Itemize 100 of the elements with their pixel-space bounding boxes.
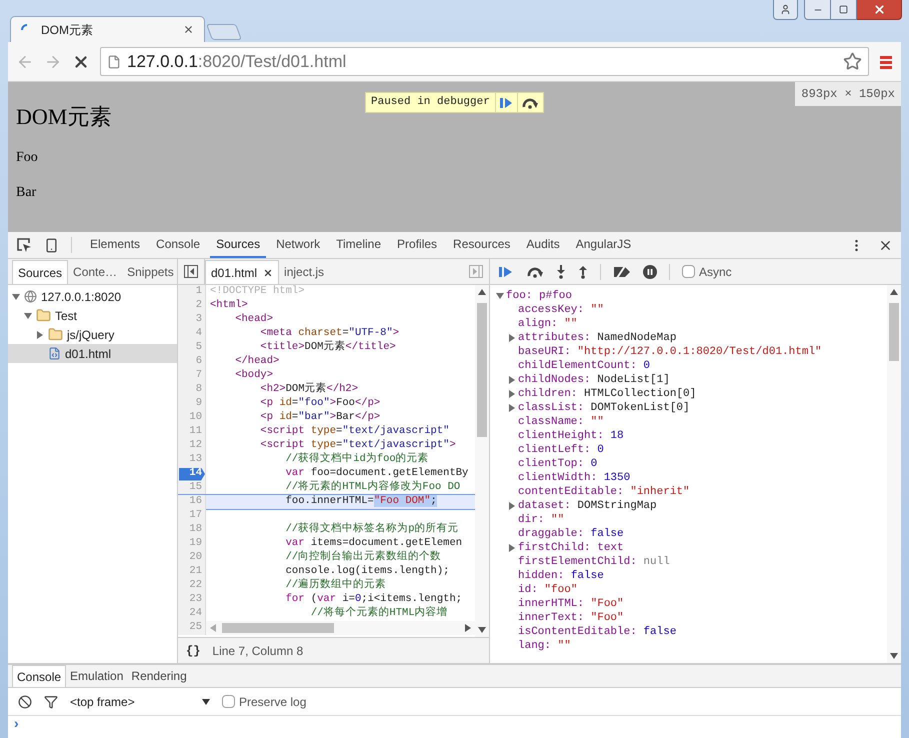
tree-item[interactable]: Test bbox=[8, 306, 177, 325]
code-line: <script type="text/javascript" bbox=[259, 424, 450, 439]
scroll-up-arrow-icon[interactable] bbox=[890, 289, 898, 295]
code-line: //将每个元素的HTML内容增 bbox=[310, 606, 448, 622]
navigator-tab[interactable]: Snippets bbox=[122, 260, 179, 284]
line-number[interactable]: 14 bbox=[179, 468, 205, 480]
close-icon[interactable] bbox=[263, 268, 274, 278]
inspect-icon[interactable] bbox=[16, 237, 32, 253]
down-triangle-icon[interactable] bbox=[24, 312, 32, 320]
property-text: isContentEditable: false bbox=[518, 624, 676, 640]
address-bar[interactable]: 127.0.0.1:8020/Test/d01.html bbox=[100, 47, 869, 76]
property-text: accessKey: "" bbox=[518, 302, 604, 318]
size-badge: 893px × 150px bbox=[795, 82, 901, 106]
property-text: dataset: DOMStringMap bbox=[518, 498, 657, 514]
filter-icon[interactable] bbox=[44, 694, 58, 708]
right-triangle-icon[interactable] bbox=[508, 390, 516, 398]
scroll-down-arrow-icon[interactable] bbox=[890, 653, 898, 659]
user-icon bbox=[780, 4, 791, 15]
page-paragraph: Bar bbox=[16, 184, 36, 202]
pause-on-exceptions-icon[interactable] bbox=[643, 264, 657, 278]
property-text: firstChild: text bbox=[518, 540, 624, 556]
navigator-tab[interactable]: Conte… bbox=[68, 260, 122, 284]
step-over-icon bbox=[521, 96, 540, 108]
scroll-down-arrow-icon[interactable] bbox=[478, 627, 486, 633]
code-line: //获得文档中id为foo的元素 bbox=[284, 452, 429, 467]
device-icon[interactable] bbox=[44, 238, 59, 252]
code-line: console.log(items.length); bbox=[284, 564, 450, 578]
code-line: <p id="foo">Foo</p> bbox=[259, 396, 380, 411]
step-out-icon[interactable] bbox=[578, 264, 588, 278]
devtools-tab[interactable]: Network bbox=[270, 232, 326, 258]
checkbox[interactable] bbox=[682, 265, 695, 278]
down-triangle-icon[interactable] bbox=[12, 292, 20, 300]
vertical-scrollbar[interactable] bbox=[475, 285, 489, 637]
close-icon bbox=[872, 3, 886, 16]
property-text: innerHTML: "Foo" bbox=[518, 596, 624, 612]
devtools-tab[interactable]: Timeline bbox=[330, 232, 388, 258]
drawer-tab[interactable]: Emulation bbox=[66, 665, 128, 687]
browser-tab[interactable]: DOM元素 bbox=[10, 16, 205, 42]
page-heading: DOM元素 bbox=[16, 103, 112, 131]
console-prompt: › bbox=[14, 716, 19, 730]
maximize-button[interactable] bbox=[831, 0, 857, 20]
devtools-tab[interactable]: Elements bbox=[84, 232, 146, 258]
right-triangle-icon[interactable] bbox=[508, 334, 516, 342]
property-text: lang: "" bbox=[518, 638, 571, 654]
navigator-toggle-icon[interactable] bbox=[184, 265, 198, 278]
devtools-tab[interactable]: AngularJS bbox=[570, 232, 638, 258]
property-text: align: "" bbox=[518, 316, 578, 332]
close-button[interactable] bbox=[857, 0, 902, 20]
scroll-right-arrow-icon[interactable] bbox=[465, 624, 471, 632]
property-text: innerText: "Foo" bbox=[518, 610, 624, 626]
devtools-tab[interactable]: Audits bbox=[520, 232, 566, 258]
paused-text: Paused in debugger bbox=[370, 95, 491, 110]
scroll-thumb[interactable] bbox=[222, 623, 334, 633]
devtools-tab[interactable]: Profiles bbox=[391, 232, 444, 258]
devtools-tab[interactable]: Console bbox=[150, 232, 206, 258]
scroll-thumb[interactable] bbox=[889, 303, 899, 361]
deactivate-breakpoints-icon[interactable] bbox=[613, 266, 631, 278]
devtools-tab[interactable]: Resources bbox=[447, 232, 516, 258]
clear-console-icon[interactable] bbox=[18, 694, 32, 708]
horizontal-scrollbar[interactable] bbox=[206, 621, 475, 635]
step-into-icon[interactable] bbox=[556, 264, 566, 278]
bookmark-star-icon[interactable] bbox=[843, 52, 862, 71]
property-text: clientLeft: 0 bbox=[518, 442, 604, 458]
vertical-scrollbar[interactable] bbox=[887, 285, 901, 663]
code-line: <title>DOM元素</title> bbox=[259, 340, 396, 355]
pretty-print-button[interactable]: {} bbox=[186, 642, 200, 660]
checkbox[interactable] bbox=[222, 695, 235, 708]
drawer-tab[interactable]: Rendering bbox=[127, 665, 191, 687]
scroll-up-arrow-icon[interactable] bbox=[478, 289, 486, 295]
user-button[interactable] bbox=[773, 0, 798, 20]
right-triangle-icon[interactable] bbox=[508, 404, 516, 412]
drawer-tab[interactable]: Console bbox=[12, 665, 66, 687]
property-text: hidden: false bbox=[518, 568, 604, 584]
tree-item[interactable]: js/jQuery bbox=[8, 325, 177, 344]
caret-icon bbox=[202, 698, 210, 704]
tree-item[interactable]: 127.0.0.1:8020 bbox=[8, 287, 177, 306]
menu-icon[interactable] bbox=[879, 54, 893, 68]
right-triangle-icon[interactable] bbox=[36, 330, 44, 338]
code-line: <h2>DOM元素</h2> bbox=[259, 382, 358, 397]
property-text: childNodes: NodeList[1] bbox=[518, 372, 670, 388]
step-over-icon[interactable] bbox=[526, 266, 544, 278]
right-triangle-icon[interactable] bbox=[508, 502, 516, 510]
property-text: children: HTMLCollection[0] bbox=[518, 386, 696, 402]
editor-tab[interactable]: inject.js bbox=[279, 260, 330, 284]
right-triangle-icon[interactable] bbox=[508, 376, 516, 384]
down-triangle-icon[interactable] bbox=[496, 292, 504, 300]
close-icon[interactable] bbox=[183, 24, 194, 35]
scope-object-text: foo: p#foo bbox=[506, 288, 572, 304]
editor-tab[interactable]: d01.html bbox=[205, 260, 280, 284]
maximize-icon bbox=[839, 5, 848, 14]
scroll-thumb[interactable] bbox=[477, 303, 487, 437]
tree-item[interactable]: d01.html bbox=[8, 344, 177, 363]
frame-select[interactable]: <top frame> bbox=[70, 692, 210, 710]
debugger-toggle-icon[interactable] bbox=[469, 265, 483, 278]
code-line: foo.innerHTML="Foo DOM"; bbox=[284, 494, 437, 510]
resume-icon[interactable] bbox=[498, 264, 514, 278]
navigator-tab[interactable]: Sources bbox=[12, 260, 68, 284]
code-line: //向控制台输出元素数组的个数 bbox=[284, 550, 442, 565]
right-triangle-icon[interactable] bbox=[508, 544, 516, 552]
code-line: var foo=document.getElementBy bbox=[284, 466, 468, 480]
